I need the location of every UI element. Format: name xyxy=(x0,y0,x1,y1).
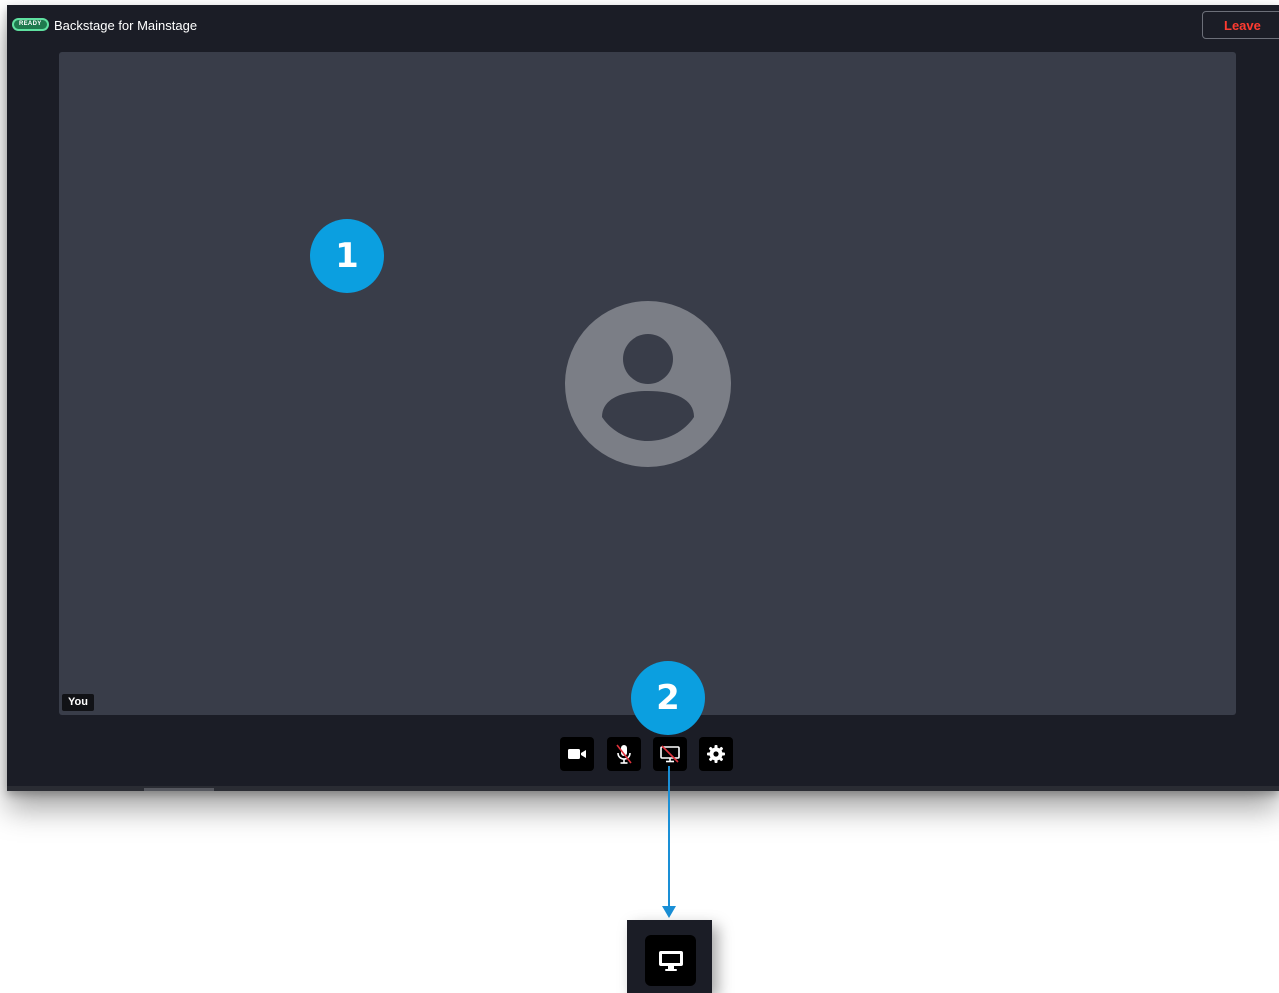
status-badge: READY xyxy=(12,18,49,31)
microphone-button[interactable] xyxy=(607,737,641,771)
callout-badge-2: 2 xyxy=(631,661,705,735)
leave-button[interactable]: Leave xyxy=(1202,11,1279,39)
screen-share-button[interactable] xyxy=(653,737,687,771)
gear-icon xyxy=(707,745,725,763)
callout-connector-line xyxy=(668,766,670,908)
call-controls xyxy=(7,737,1279,771)
participant-name-tag: You xyxy=(62,694,94,711)
video-camera-icon xyxy=(568,749,586,759)
video-stage: You xyxy=(59,52,1236,715)
top-bar: READY Backstage for Mainstage Leave xyxy=(7,5,1279,47)
microphone-muted-icon xyxy=(616,744,632,764)
zoomed-screen-share-inset xyxy=(627,920,712,993)
screen-share-off-icon xyxy=(660,745,680,763)
screen-share-button-zoomed[interactable] xyxy=(645,935,696,986)
camera-button[interactable] xyxy=(560,737,594,771)
room-title: Backstage for Mainstage xyxy=(54,18,198,33)
callout-badge-1: 1 xyxy=(310,219,384,293)
bottom-strip xyxy=(7,786,1279,791)
callout-arrowhead xyxy=(662,906,676,918)
bottom-tab-indicator xyxy=(144,788,214,791)
screen-share-icon xyxy=(658,950,683,971)
settings-button[interactable] xyxy=(699,737,733,771)
avatar-icon xyxy=(565,301,731,467)
